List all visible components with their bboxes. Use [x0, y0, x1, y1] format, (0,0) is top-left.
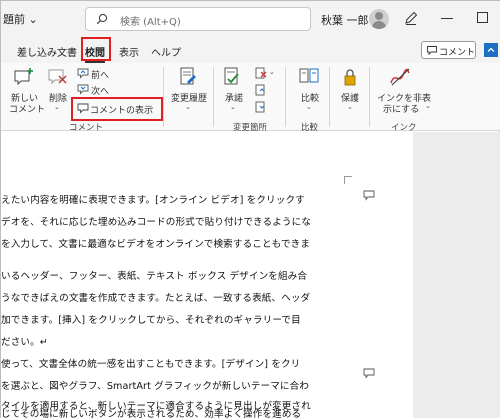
- minimize-icon[interactable]: [441, 18, 453, 19]
- search-box[interactable]: 検索 (Alt+Q): [85, 7, 311, 31]
- ribbon-divider: [285, 67, 286, 127]
- document-line: いるヘッダー、フッター、表紙、テキスト ボックス デザインを組み合: [1, 271, 308, 282]
- document-line: じてその場に新しいボタンが表示されるため、効率よく操作を進める: [1, 409, 302, 418]
- pen-icon[interactable]: [403, 10, 419, 26]
- highlight-box-review-tab: [81, 37, 111, 61]
- track-changes-caret[interactable]: ⌄: [185, 103, 191, 111]
- accept-caret[interactable]: ⌄: [230, 103, 236, 111]
- ribbon-divider: [369, 67, 370, 127]
- hide-ink-icon[interactable]: [389, 67, 411, 87]
- chevron-up-icon: [487, 47, 495, 52]
- avatar-head: [375, 12, 383, 20]
- comment-icon: [427, 46, 437, 55]
- margin-corner-mark: [344, 176, 352, 184]
- next-change-icon[interactable]: [255, 101, 267, 113]
- compare-icon[interactable]: [299, 67, 319, 87]
- track-changes-icon[interactable]: [179, 67, 197, 87]
- highlight-box-show-comments: [71, 97, 163, 121]
- new-comment-icon[interactable]: [13, 67, 35, 87]
- search-placeholder: 検索 (Alt+Q): [120, 17, 181, 28]
- document-line: 加できます。[挿入] をクリックしてから、それぞれのギャラリーで目: [1, 315, 301, 326]
- document-page[interactable]: えたい内容を明確に表現できます。[オンライン ビデオ] をクリックす デオを、そ…: [1, 132, 413, 418]
- comment-marker-icon[interactable]: [363, 368, 375, 379]
- protect-caret[interactable]: ⌄: [347, 103, 353, 111]
- ribbon-divider: [329, 67, 330, 127]
- tab-mailings[interactable]: 差し込み文書: [17, 44, 77, 59]
- comments-button-label: コメント: [439, 48, 476, 58]
- hide-ink-label-2[interactable]: 示にする: [383, 102, 419, 115]
- avatar[interactable]: [369, 9, 389, 29]
- collapse-ribbon-button[interactable]: [484, 43, 498, 57]
- document-line: を選ぶと、図やグラフ、SmartArt グラフィックが新しいテーマに合わ: [1, 381, 310, 392]
- delete-comment-icon[interactable]: [47, 67, 69, 87]
- search-icon: [96, 13, 108, 25]
- document-title[interactable]: 題前 ⌄: [3, 11, 38, 27]
- document-line: デオを、それに応じた埋め込みコードの形式で貼り付けできるようにな: [1, 217, 312, 228]
- ribbon-divider: [213, 67, 214, 127]
- delete-dropdown-caret[interactable]: ⌄: [54, 103, 60, 111]
- avatar-body: [372, 21, 386, 29]
- next-comment-icon[interactable]: [77, 84, 89, 95]
- document-line: えたい内容を明確に表現できます。[オンライン ビデオ] をクリックす: [1, 195, 305, 206]
- comments-button[interactable]: コメント: [421, 41, 476, 59]
- compare-caret[interactable]: ⌄: [306, 103, 312, 111]
- hide-ink-caret[interactable]: ⌄: [425, 102, 431, 110]
- document-area[interactable]: えたい内容を明確に表現できます。[オンライン ビデオ] をクリックす デオを、そ…: [1, 132, 500, 418]
- previous-comment-icon[interactable]: [77, 68, 89, 79]
- new-comment-label-2[interactable]: コメント: [9, 102, 45, 115]
- ribbon-divider: [163, 67, 164, 127]
- next-label[interactable]: 次へ: [91, 84, 109, 97]
- previous-change-icon[interactable]: [255, 84, 267, 96]
- lock-icon[interactable]: [341, 67, 359, 87]
- comment-marker-icon[interactable]: [363, 190, 375, 201]
- reject-change-icon[interactable]: [255, 67, 267, 79]
- document-line: ださい。↵: [1, 337, 48, 348]
- document-line: うなできばえの文書を作成できます。たとえば、一致する表紙、ヘッダ: [1, 293, 311, 304]
- previous-label[interactable]: 前へ: [91, 68, 109, 81]
- title-bar: 題前 ⌄ 検索 (Alt+Q) 秋葉 一郎: [1, 1, 500, 37]
- user-name[interactable]: 秋葉 一郎: [321, 12, 369, 28]
- tab-view[interactable]: 表示: [119, 44, 139, 59]
- tab-help[interactable]: ヘルプ: [151, 44, 181, 59]
- maximize-icon[interactable]: [477, 12, 488, 23]
- document-line: 使って、文書全体の統一感を出すこともできます。[デザイン] をクリ: [1, 359, 301, 370]
- document-line: を入力して、文書に最適なビデオをオンラインで検索することもできま: [1, 239, 311, 250]
- accept-change-icon[interactable]: [223, 67, 241, 87]
- reject-caret[interactable]: ⌄: [269, 68, 275, 76]
